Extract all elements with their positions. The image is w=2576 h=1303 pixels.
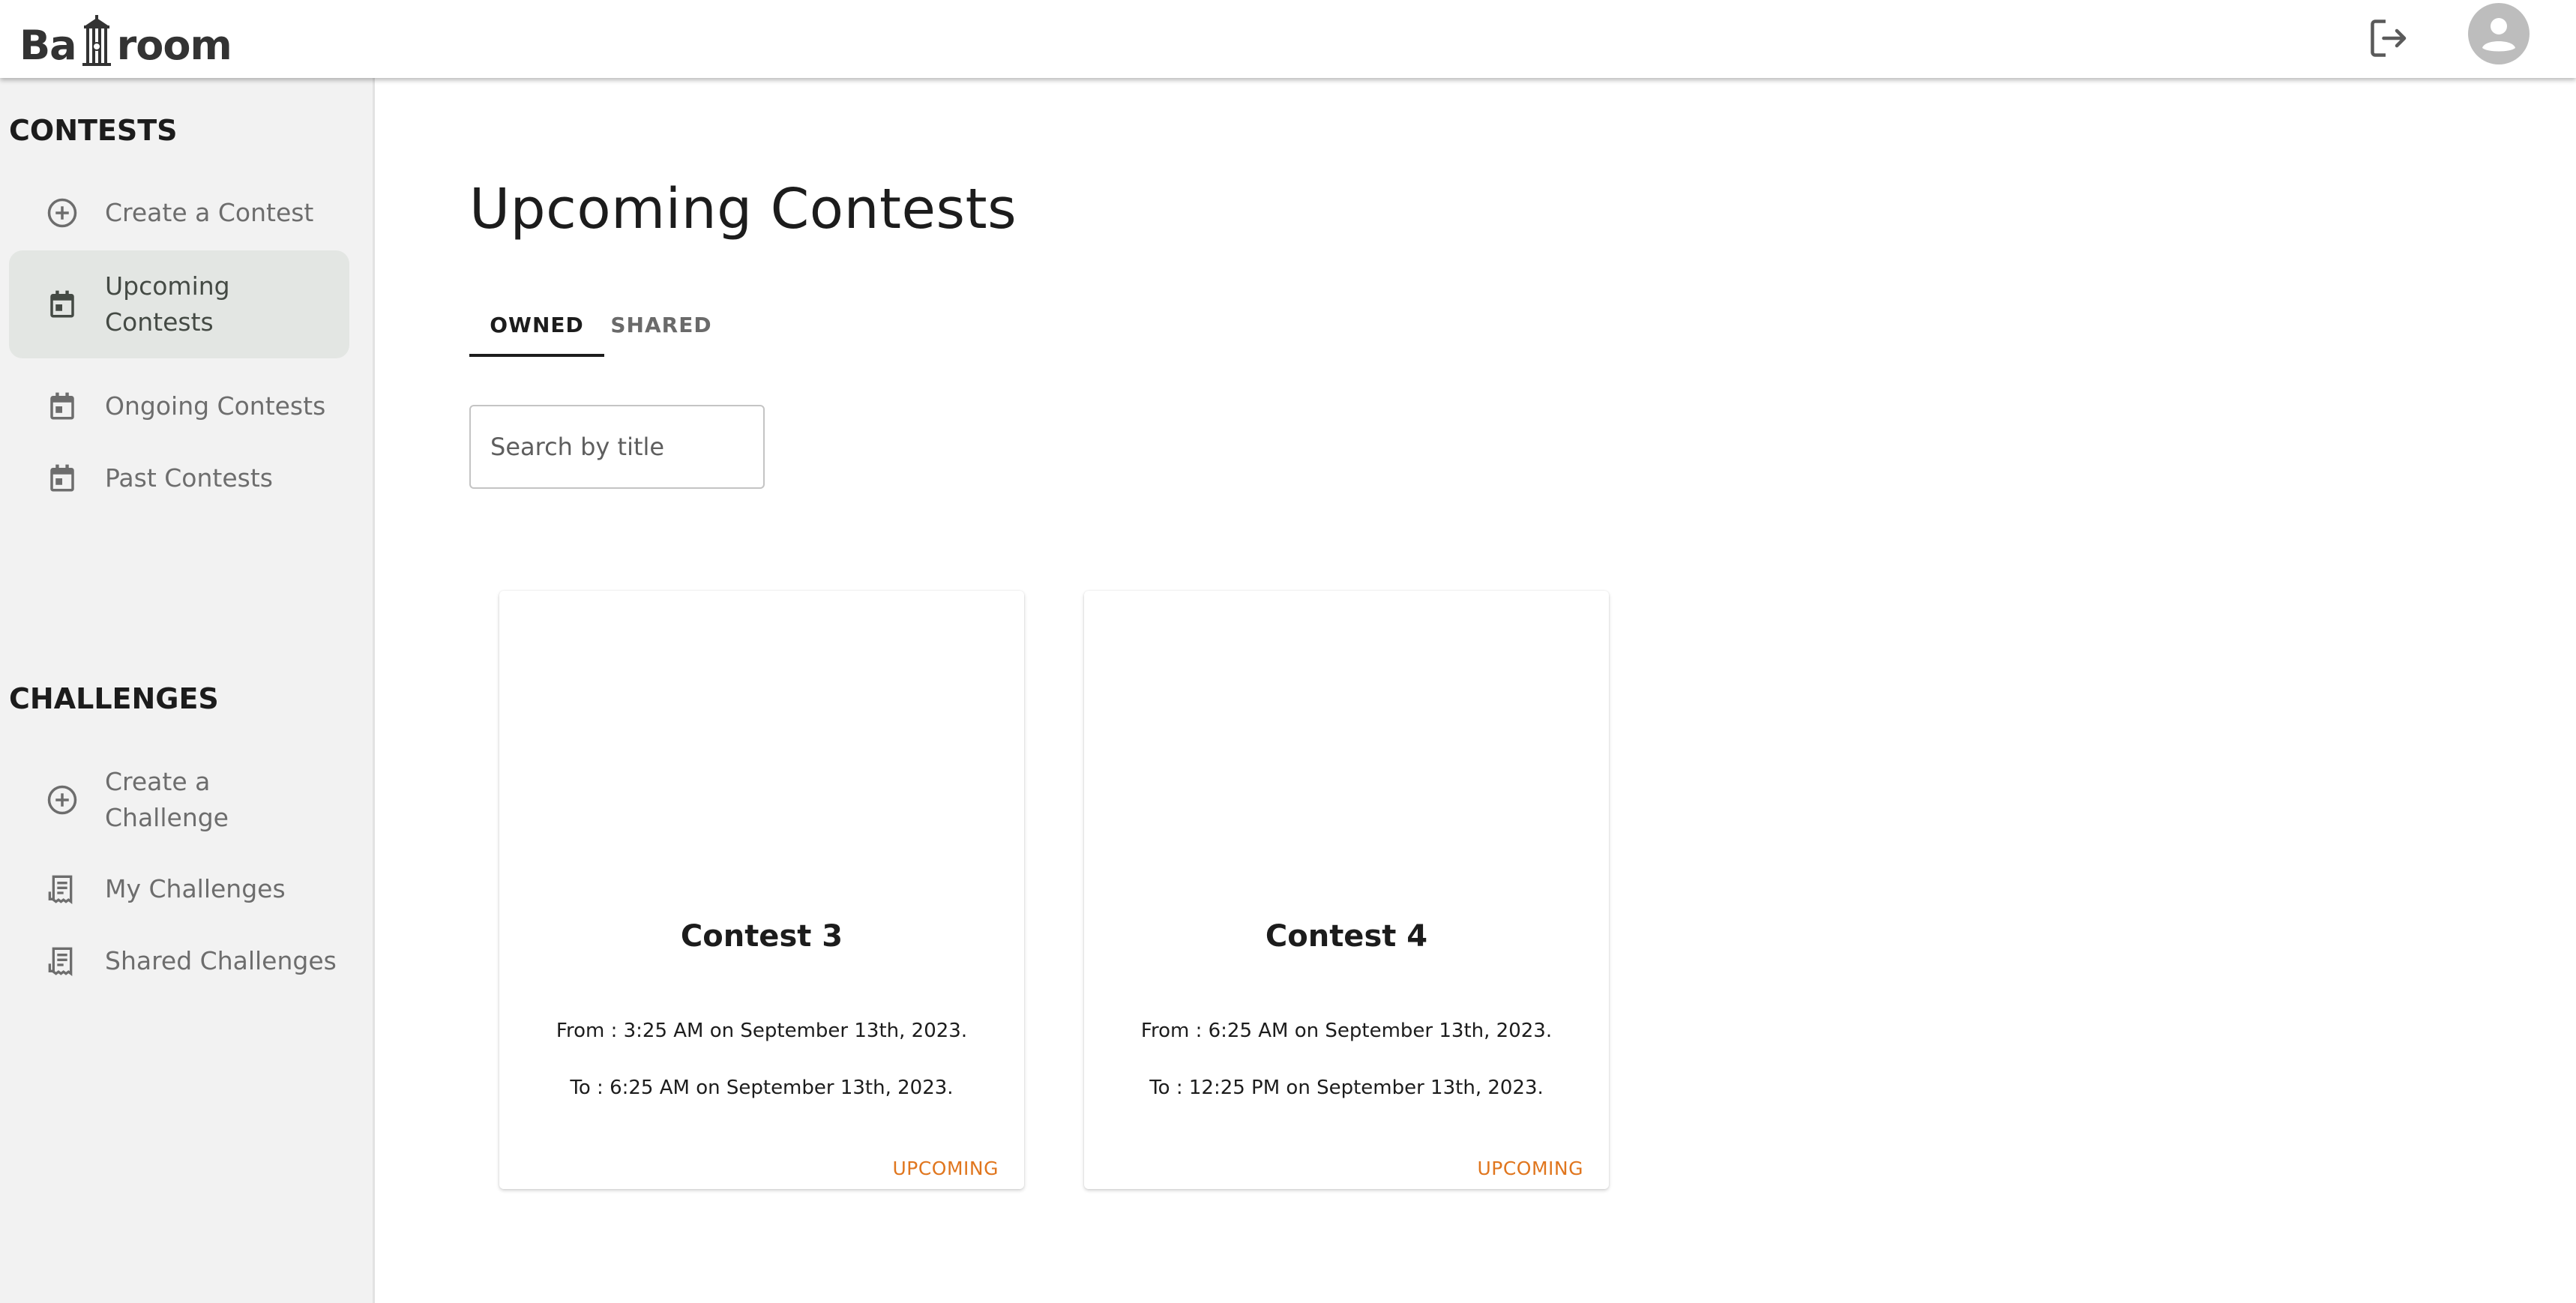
sidebar-item-label: Upcoming Contests: [105, 271, 230, 337]
card-from-time: From : 3:25 AM on September 13th, 2023.: [556, 1020, 968, 1042]
tab-owned[interactable]: OWNED: [469, 292, 604, 357]
tab-shared[interactable]: SHARED: [604, 292, 718, 357]
card-to-time: To : 12:25 PM on September 13th, 2023.: [1149, 1077, 1544, 1099]
sidebar-item-past-contests[interactable]: Past Contests: [9, 448, 349, 508]
card-to-time: To : 6:25 AM on September 13th, 2023.: [570, 1077, 954, 1099]
card-from-time: From : 6:25 AM on September 13th, 2023.: [1140, 1020, 1553, 1042]
sidebar-item-create-contest[interactable]: Create a Contest: [9, 172, 349, 253]
avatar[interactable]: [2468, 3, 2530, 64]
contests-section-title: CONTESTS: [9, 114, 178, 147]
sidebar-item-upcoming-contests[interactable]: Upcoming Contests: [9, 250, 349, 358]
ballroom-logo[interactable]: Ba room: [19, 15, 232, 69]
contest-card[interactable]: Contest 4 From : 6:25 AM on September 13…: [1084, 591, 1609, 1189]
search-input[interactable]: [469, 405, 765, 489]
logo-text-left: Ba: [19, 22, 77, 69]
calendar-icon: [45, 287, 79, 322]
tower-icon: [82, 15, 111, 66]
logout-icon: [2371, 19, 2407, 57]
sidebar-item-shared-challenges[interactable]: Shared Challenges: [9, 931, 349, 991]
sidebar-item-label: Create a Challenge: [105, 767, 229, 832]
sidebar-item-my-challenges[interactable]: My Challenges: [9, 859, 349, 919]
sidebar-item-label: Create a Contest: [105, 198, 314, 227]
logo-text-right: room: [116, 22, 232, 69]
sidebar-item-label: Shared Challenges: [105, 946, 337, 975]
sidebar-item-label: Past Contests: [105, 463, 273, 493]
sidebar-item-label: Ongoing Contests: [105, 391, 326, 421]
sidebar-item-label: My Challenges: [105, 874, 286, 903]
add-circle-icon: [45, 196, 79, 230]
calendar-icon: [45, 461, 79, 496]
status-badge: UPCOMING: [1477, 1158, 1583, 1179]
calendar-icon: [45, 389, 79, 424]
card-title: Contest 3: [680, 919, 843, 954]
challenges-section-title: CHALLENGES: [9, 682, 219, 715]
contest-card[interactable]: Contest 3 From : 3:25 AM on September 13…: [499, 591, 1024, 1189]
account-circle-icon: [2482, 18, 2515, 52]
receipt-icon: [45, 872, 79, 906]
logout-button[interactable]: [2363, 12, 2416, 64]
page-title: Upcoming Contests: [469, 177, 1017, 241]
sidebar-item-create-challenge[interactable]: Create a Challenge: [9, 753, 349, 847]
sidebar: CONTESTS Create a Contest Upcoming Conte…: [0, 78, 375, 1303]
add-circle-icon: [45, 783, 79, 817]
top-app-bar: Ba room: [0, 0, 2576, 78]
status-badge: UPCOMING: [892, 1158, 999, 1179]
tab-indicator: [469, 354, 604, 357]
receipt-icon: [45, 944, 79, 978]
card-title: Contest 4: [1265, 919, 1428, 954]
sidebar-item-ongoing-contests[interactable]: Ongoing Contests: [9, 376, 349, 436]
